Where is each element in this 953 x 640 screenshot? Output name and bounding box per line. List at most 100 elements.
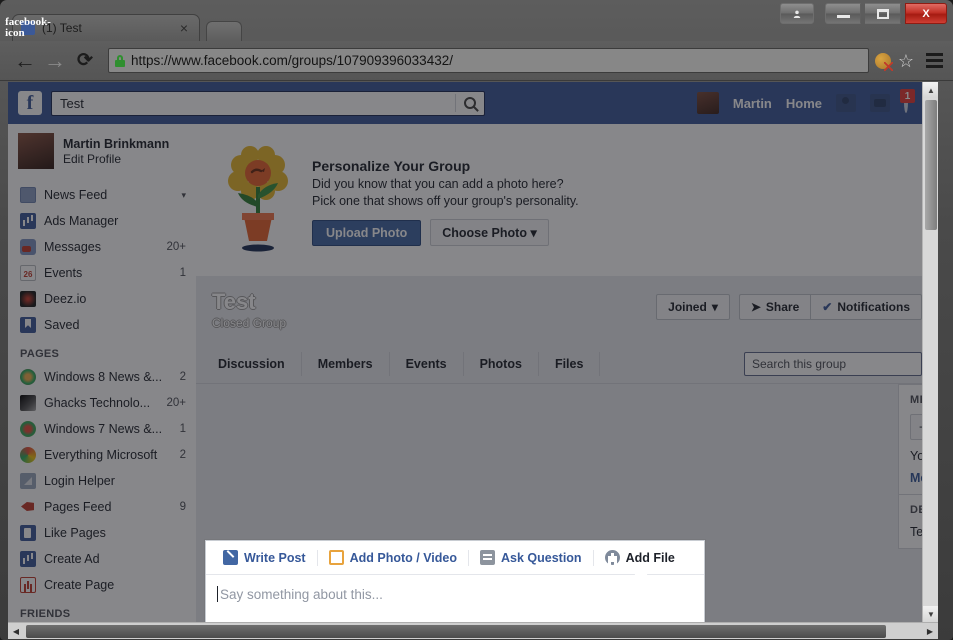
- sidebar-item-saved[interactable]: Saved: [8, 312, 196, 338]
- create-page-icon: [20, 577, 36, 593]
- scroll-left-arrow-icon[interactable]: ◀: [8, 624, 24, 639]
- scroll-right-arrow-icon[interactable]: ▶: [922, 624, 938, 639]
- composer-tab-label: Write Post: [244, 550, 306, 565]
- tab-strip: facebook-icon (1) Test ×: [0, 14, 953, 41]
- search-divider: [455, 94, 456, 112]
- tab-photos[interactable]: Photos: [464, 351, 539, 376]
- back-arrow-icon: ←: [14, 47, 36, 73]
- facebook-top-bar: f Test Martin Home 1: [8, 82, 922, 124]
- avatar[interactable]: [696, 92, 719, 114]
- saved-icon: [20, 317, 36, 333]
- sidebar-item-ghacks[interactable]: Ghacks Technolo... 20+: [8, 390, 196, 416]
- choose-photo-label: Choose Photo: [442, 226, 527, 240]
- back-button[interactable]: ←: [10, 46, 40, 76]
- choose-photo-button[interactable]: Choose Photo ▾: [430, 219, 549, 246]
- sidebar-item-like-pages[interactable]: Like Pages: [8, 520, 196, 546]
- notifications-button[interactable]: ✔ Notifications: [810, 294, 922, 320]
- horizontal-scroll-thumb[interactable]: [26, 625, 886, 638]
- sidebar-item-news-feed[interactable]: News Feed ▾: [8, 182, 196, 208]
- login-helper-icon: [20, 473, 36, 489]
- sidebar-item-label: Create Page: [44, 578, 115, 592]
- add-photo-video-icon: [328, 550, 344, 565]
- sidebar-item-label: Like Pages: [44, 526, 106, 540]
- like-pages-icon: [20, 525, 36, 541]
- nav-home-link[interactable]: Home: [786, 96, 822, 111]
- tab-members[interactable]: Members: [302, 351, 390, 376]
- composer-placeholder: Say something about this...: [217, 586, 690, 602]
- sidebar-item-create-page[interactable]: Create Page: [8, 572, 196, 598]
- vertical-scrollbar[interactable]: ▲ ▼: [922, 82, 938, 622]
- messages-icon: [20, 239, 36, 255]
- group-search-input[interactable]: Search this group: [744, 352, 922, 376]
- facebook-favicon-icon: facebook-icon: [5, 16, 51, 39]
- sidebar-item-create-ad[interactable]: Create Ad: [8, 546, 196, 572]
- everything-microsoft-icon: [20, 447, 36, 463]
- edit-profile-link[interactable]: Edit Profile: [63, 152, 169, 166]
- tab-files[interactable]: Files: [539, 351, 601, 376]
- scroll-down-arrow-icon[interactable]: ▼: [923, 606, 938, 622]
- personalize-title: Personalize Your Group: [312, 158, 471, 174]
- composer-tab-add-photo-video[interactable]: Add Photo / Video: [318, 541, 468, 575]
- sidebar-item-messages[interactable]: Messages 20+: [8, 234, 196, 260]
- composer-tab-ask-question[interactable]: Ask Question: [469, 541, 593, 575]
- browser-navbar: ← → ⟳ https://www.facebook.com/groups/10…: [0, 41, 953, 81]
- sidebar-item-count: 20+: [166, 241, 186, 253]
- horizontal-scrollbar[interactable]: ◀ ▶: [8, 622, 938, 639]
- composer-tab-label: Add Photo / Video: [349, 550, 457, 565]
- sidebar-item-count: 2: [179, 371, 186, 383]
- search-icon[interactable]: [464, 97, 476, 109]
- lock-icon: [115, 54, 125, 67]
- sidebar-item-label: Windows 7 News &...: [44, 422, 163, 436]
- browser-tab[interactable]: facebook-icon (1) Test ×: [5, 14, 200, 41]
- tab-discussion[interactable]: Discussion: [202, 351, 302, 376]
- page-viewport: f Test Martin Home 1 Martin Brinkmann Ed…: [8, 82, 938, 622]
- joined-label: Joined: [668, 300, 707, 314]
- upload-photo-button[interactable]: Upload Photo: [312, 219, 422, 246]
- friend-requests-icon[interactable]: [836, 94, 856, 112]
- sidebar-item-login-helper[interactable]: Login Helper: [8, 468, 196, 494]
- composer-textarea[interactable]: Say something about this...: [206, 575, 704, 622]
- chevron-down-icon: ▾: [530, 226, 537, 240]
- composer-tab-write-post[interactable]: Write Post: [212, 541, 317, 575]
- hamburger-menu-icon[interactable]: [926, 53, 943, 68]
- new-tab-button[interactable]: [206, 21, 242, 41]
- scroll-up-arrow-icon[interactable]: ▲: [923, 82, 938, 98]
- forward-button[interactable]: →: [40, 46, 70, 76]
- nav-profile-link[interactable]: Martin: [733, 96, 772, 111]
- text-caret: [217, 586, 218, 602]
- group-tab-bar: Discussion Members Events Photos Files S…: [196, 344, 922, 384]
- bookmark-star-icon[interactable]: ☆: [898, 52, 914, 70]
- news-feed-icon: [20, 187, 36, 203]
- sidebar-item-count: 2: [179, 449, 186, 461]
- post-composer: Write Post Add Photo / Video Ask Questio…: [205, 540, 705, 622]
- url-text: https://www.facebook.com/groups/10790939…: [131, 53, 453, 68]
- tab-events[interactable]: Events: [390, 351, 464, 376]
- sidebar-item-label: Deez.io: [44, 292, 87, 306]
- chevron-down-icon[interactable]: ▾: [181, 190, 186, 201]
- vertical-scroll-thumb[interactable]: [925, 100, 937, 230]
- sidebar-item-events[interactable]: 26 Events 1: [8, 260, 196, 286]
- windows8-news-icon: [20, 369, 36, 385]
- reload-button[interactable]: ⟳: [70, 46, 100, 76]
- sidebar-item-label: Messages: [44, 240, 101, 254]
- sidebar-profile[interactable]: Martin Brinkmann Edit Profile: [8, 124, 196, 176]
- sidebar-item-windows7-news[interactable]: Windows 7 News &... 1: [8, 416, 196, 442]
- sidebar-pages-header: PAGES: [20, 348, 60, 360]
- messages-icon[interactable]: [870, 94, 890, 112]
- facebook-search-input[interactable]: Test: [51, 90, 485, 116]
- ask-question-icon: [480, 550, 495, 565]
- sidebar-item-everything-microsoft[interactable]: Everything Microsoft 2: [8, 442, 196, 468]
- share-button[interactable]: ➤ Share: [738, 294, 811, 320]
- notifications-button[interactable]: 1: [900, 89, 915, 113]
- cookie-blocked-icon[interactable]: [874, 52, 893, 71]
- sidebar-item-windows8-news[interactable]: Windows 8 News &... 2: [8, 364, 196, 390]
- address-bar[interactable]: https://www.facebook.com/groups/10790939…: [108, 48, 869, 73]
- add-file-icon: [604, 550, 620, 565]
- sidebar-item-deezio[interactable]: Deez.io: [8, 286, 196, 312]
- sidebar-item-pages-feed[interactable]: Pages Feed 9: [8, 494, 196, 520]
- create-ad-icon: [20, 551, 36, 567]
- joined-button[interactable]: Joined ▾: [656, 294, 730, 320]
- sidebar-item-ads-manager[interactable]: Ads Manager: [8, 208, 196, 234]
- facebook-logo-icon[interactable]: f: [18, 91, 42, 115]
- tab-close-icon[interactable]: ×: [177, 21, 191, 35]
